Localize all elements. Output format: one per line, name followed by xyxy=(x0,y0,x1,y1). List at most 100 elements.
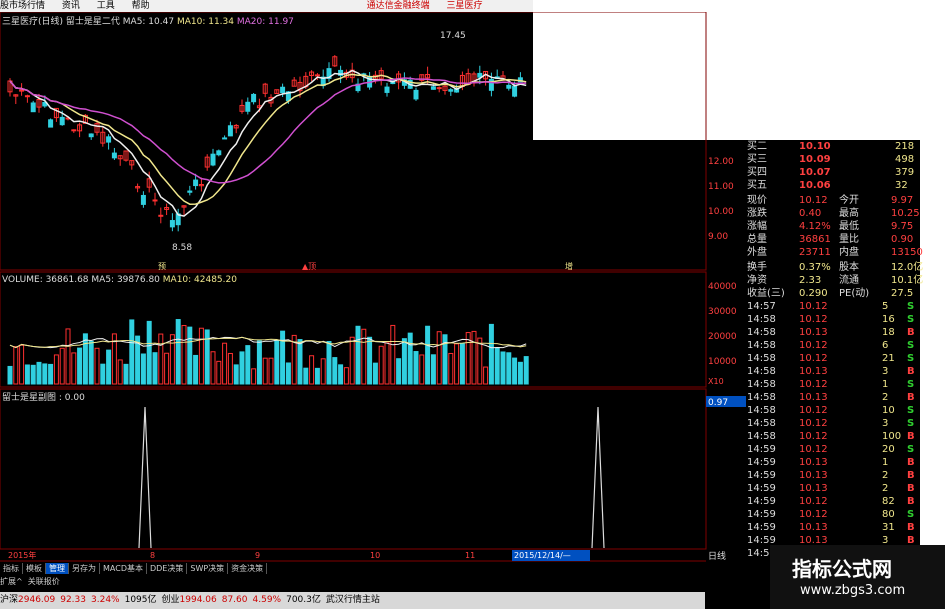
tick-volume: 1 xyxy=(882,379,889,390)
volume-bar xyxy=(390,324,396,385)
tab-macd[interactable]: MACD基本 xyxy=(100,563,147,574)
candle-body xyxy=(71,129,77,132)
expand-button[interactable]: 扩展^ xyxy=(0,577,23,586)
tick-volume: 82 xyxy=(882,496,895,507)
menu-promo-terminal[interactable]: 通达信金融终端 xyxy=(367,1,430,11)
tick-side: B xyxy=(907,392,915,403)
stat-row: 总量 36861 量比 0.90 xyxy=(747,233,919,246)
related-quote-button[interactable]: 关联报价 xyxy=(28,577,60,586)
volume-bar xyxy=(100,363,106,385)
volume-bar xyxy=(233,364,239,385)
logo-title: 指标公式网 xyxy=(792,557,892,581)
bid-price: 10.09 xyxy=(799,154,831,165)
stat-label: PE(动) xyxy=(839,288,870,299)
status-value: 2946.09 xyxy=(18,595,56,605)
tab-indicator[interactable]: 指标 xyxy=(0,563,23,574)
period-label: 日线 xyxy=(708,550,726,562)
tick-side: B xyxy=(907,522,915,533)
tick-row: 14:58 10.12 21 S xyxy=(747,352,919,365)
right-scroll-area[interactable] xyxy=(920,140,945,609)
stat-value: 10.1亿 xyxy=(891,275,924,286)
indicator-legend: 留士是星副图 : 0.00 xyxy=(2,390,85,403)
tick-row: 14:58 10.12 3 S xyxy=(747,417,919,430)
menu-item-market[interactable]: 股市场行情 xyxy=(0,1,45,11)
tick-row: 14:59 10.13 31 B xyxy=(747,521,919,534)
menu-item-help[interactable]: 帮助 xyxy=(132,1,150,11)
bid-label: 买二 xyxy=(747,141,767,152)
tick-volume: 18 xyxy=(882,327,895,338)
volume-bar xyxy=(239,351,245,385)
volume-bar xyxy=(36,361,42,385)
tab-fund[interactable]: 资金决策 xyxy=(228,563,268,574)
status-index-label: 创业 xyxy=(161,595,180,605)
tick-side: B xyxy=(907,431,915,442)
tick-time: 14:58 xyxy=(747,431,776,442)
kline-chart[interactable]: 12.00 11.00 10.00 9.00 40000 30000 20000 10000 X… xyxy=(0,12,747,580)
tick-row: 14:59 10.12 80 S xyxy=(747,508,919,521)
tick-price: 10.12 xyxy=(799,496,828,507)
volume-bar xyxy=(204,329,210,385)
stat-row: 现价 10.12 今开 9.97 xyxy=(747,194,919,207)
volume-bar xyxy=(175,319,181,385)
candle-body xyxy=(169,220,175,228)
bid-price: 10.10 xyxy=(799,141,831,152)
stat-label: 现价 xyxy=(747,195,767,206)
volume-bar xyxy=(314,367,320,385)
volume-bar xyxy=(59,347,65,385)
stat-label: 量比 xyxy=(839,234,859,245)
volume-bar xyxy=(419,354,425,385)
bid-row: 买二 10.10 218 xyxy=(747,140,919,153)
tab-template[interactable]: 模板 xyxy=(23,563,46,574)
candle-body xyxy=(251,93,257,103)
candle-body xyxy=(48,119,54,128)
candle-body xyxy=(227,125,233,137)
volume-bar xyxy=(448,352,454,385)
candle-body xyxy=(158,214,164,217)
candle-body xyxy=(413,89,419,100)
volume-bar xyxy=(198,327,204,385)
tick-row: 14:58 10.12 10 S xyxy=(747,404,919,417)
indicator-value: 0.97 xyxy=(708,398,728,408)
vol-ma5-legend: MA5: 39876.80 xyxy=(91,275,160,285)
tick-row: 14:59 10.13 1 B xyxy=(747,456,919,469)
stat-label: 涨幅 xyxy=(747,221,767,232)
bid-volume: 379 xyxy=(895,167,915,178)
menu-item-news[interactable]: 资讯 xyxy=(62,1,80,11)
tick-row: 14:58 10.12 100 B xyxy=(747,430,919,443)
tick-volume: 100 xyxy=(882,431,902,442)
menu-item-tools[interactable]: 工具 xyxy=(97,1,115,11)
stat-label: 股本 xyxy=(839,262,859,273)
volume-bar xyxy=(506,352,512,385)
status-index-label: 沪深 xyxy=(0,595,19,605)
bid-label: 买三 xyxy=(747,154,767,165)
bid-row: 买三 10.09 498 xyxy=(747,153,919,166)
status-value: 92.33 xyxy=(60,595,86,605)
time-axis-label: 8 xyxy=(150,551,155,560)
tick-volume: 3 xyxy=(882,366,889,377)
tick-time: 14:58 xyxy=(747,353,776,364)
ma20-line xyxy=(9,77,527,184)
tab-save-as[interactable]: 另存为 xyxy=(69,563,100,574)
tick-time: 14:58 xyxy=(747,340,776,351)
volume-bar xyxy=(53,354,59,385)
tick-row: 14:59 10.13 2 B xyxy=(747,482,919,495)
tab-manage[interactable]: 管理 xyxy=(46,563,69,574)
signal-marker: ▲顶 xyxy=(302,262,316,271)
volume-tick-label: 10000 xyxy=(708,357,737,367)
high-price-annotation: 17.45 xyxy=(440,31,466,41)
volume-bar xyxy=(436,331,442,385)
signal-marker: 预 xyxy=(158,261,166,271)
price-tick-label: 12.00 xyxy=(708,157,734,167)
tab-swp[interactable]: SWP决策 xyxy=(187,563,229,574)
volume-bar xyxy=(222,342,228,385)
volume-bar xyxy=(512,357,518,385)
tick-price: 10.12 xyxy=(799,418,828,429)
menu-promo-stock[interactable]: 三星医疗 xyxy=(446,1,482,11)
candle-body xyxy=(106,136,112,143)
tab-dde[interactable]: DDE决策 xyxy=(147,563,188,574)
indicator-legend-title: 留士是星副图 : 0.00 xyxy=(2,393,85,403)
tick-volume: 2 xyxy=(882,483,889,494)
bid-row: 买四 10.07 379 xyxy=(747,166,919,179)
stat-row: 外盘 23711 内盘 13150 xyxy=(747,246,923,259)
status-value: 87.60 xyxy=(221,595,248,605)
